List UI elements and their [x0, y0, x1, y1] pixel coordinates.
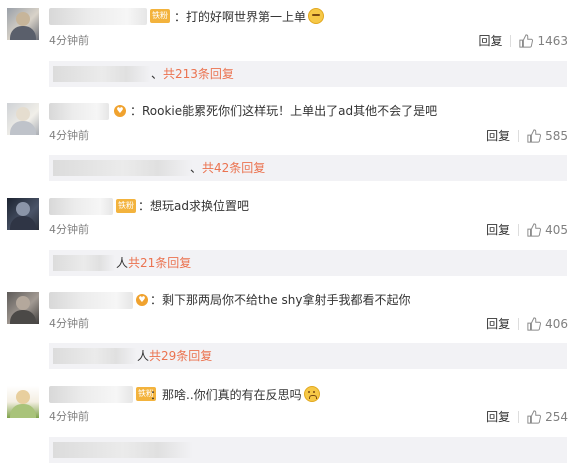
avatar[interactable] [7, 103, 39, 135]
like-count: 585 [545, 129, 568, 143]
reply-button[interactable]: 回复 [486, 410, 510, 424]
avatar[interactable] [7, 198, 39, 230]
embarrassed-emoji-icon [308, 8, 325, 24]
thumbs-up-icon [527, 410, 542, 424]
sub-reply-users-blurred [53, 255, 115, 271]
sub-replies-link[interactable]: 人共21条回复 [116, 255, 191, 271]
divider [510, 35, 512, 47]
comment-actions: 回复 1463 [478, 34, 568, 48]
comment-time: 4分钟前 [49, 410, 89, 423]
like-count: 1463 [537, 34, 568, 48]
sub-replies-box: 、共213条回复 [49, 61, 567, 87]
sub-replies-box: 、共42条回复 [49, 155, 567, 181]
divider [518, 224, 520, 236]
comment-actions: 回复 406 [486, 317, 568, 331]
sub-replies-link[interactable]: 人共29条回复 [137, 348, 212, 364]
thumbs-up-icon [527, 129, 542, 143]
like-count: 254 [545, 410, 568, 424]
reply-button[interactable]: 回复 [478, 34, 502, 48]
like-button[interactable]: 254 [527, 410, 568, 424]
comment-time: 4分钟前 [49, 317, 89, 330]
reply-button[interactable]: 回复 [486, 317, 510, 331]
divider [518, 411, 520, 423]
comment-text: ：Rookie能累死你们这样玩！上单出了ad其他不会了是吧 [130, 104, 438, 118]
thumbs-up-icon [527, 223, 542, 237]
divider [518, 130, 520, 142]
fan-badge: 铁粉 [150, 9, 170, 23]
comment-text: ：剩下那两局你不给the shy拿射手我都看不起你 [150, 293, 411, 307]
comment-text: ：打的好啊世界第一上单 [174, 8, 325, 26]
username-blurred[interactable] [49, 386, 133, 403]
like-button[interactable]: 406 [527, 317, 568, 331]
username-blurred[interactable] [49, 103, 109, 120]
like-count: 406 [545, 317, 568, 331]
sub-replies-box: 人共29条回复 [49, 343, 567, 369]
sub-reply-users-blurred [53, 348, 137, 364]
like-button[interactable]: 405 [527, 223, 568, 237]
thumbs-up-icon [519, 34, 534, 48]
username-blurred[interactable] [49, 198, 113, 215]
avatar[interactable] [7, 292, 39, 324]
sub-replies-link[interactable]: 、共42条回复 [190, 160, 265, 176]
sub-reply-users-blurred [53, 160, 193, 176]
fan-badge: 铁粉 [116, 199, 136, 213]
like-button[interactable]: 1463 [519, 34, 568, 48]
comment-time: 4分钟前 [49, 223, 89, 236]
sub-replies-box [49, 437, 567, 463]
username-blurred[interactable] [49, 8, 147, 25]
like-button[interactable]: 585 [527, 129, 568, 143]
avatar[interactable] [7, 8, 39, 40]
avatar[interactable] [7, 386, 39, 418]
comment-text: ：那啥..你们真的有在反思吗 [150, 386, 320, 404]
divider [518, 318, 520, 330]
thumbs-up-icon [527, 317, 542, 331]
comment-time: 4分钟前 [49, 129, 89, 142]
comment-actions: 回复 585 [486, 129, 568, 143]
username-blurred[interactable] [49, 292, 133, 309]
like-count: 405 [545, 223, 568, 237]
sub-replies-box: 人共21条回复 [49, 250, 567, 276]
fan-level-icon: ♥ [136, 294, 148, 306]
fan-level-icon: ♥ [114, 105, 126, 117]
comment-time: 4分钟前 [49, 34, 89, 47]
comment-text: ：想玩ad求换位置吧 [138, 199, 249, 213]
comment-actions: 回复 254 [486, 410, 568, 424]
sub-reply-users-blurred [53, 442, 193, 458]
sub-reply-users-blurred [53, 66, 151, 82]
comment-actions: 回复 405 [486, 223, 568, 237]
sub-replies-link[interactable]: 、共213条回复 [151, 66, 234, 82]
sad-emoji-icon [303, 386, 320, 402]
reply-button[interactable]: 回复 [486, 129, 510, 143]
reply-button[interactable]: 回复 [486, 223, 510, 237]
